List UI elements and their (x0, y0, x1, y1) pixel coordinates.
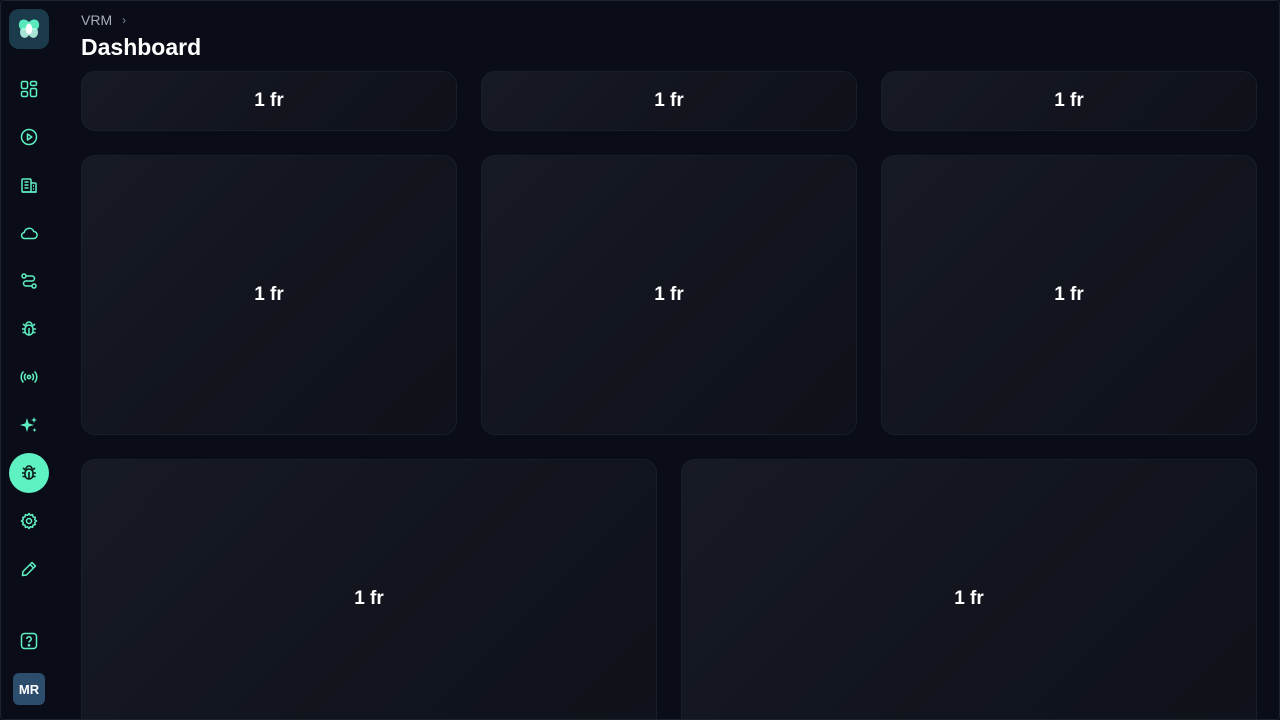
nav-play[interactable] (9, 117, 49, 157)
app-logo[interactable] (9, 9, 49, 49)
grid-card: 1 fr (81, 459, 657, 719)
card-label: 1 fr (954, 588, 984, 609)
nav-bugs-active[interactable] (9, 453, 49, 493)
app-logo-icon (18, 19, 40, 38)
grid-card: 1 fr (81, 155, 457, 435)
bug-icon (22, 321, 36, 336)
card-label: 1 fr (654, 284, 684, 305)
breadcrumb-item-vrm[interactable]: VRM (81, 12, 112, 28)
nav-dashboard[interactable] (9, 69, 49, 109)
route-icon (21, 273, 37, 289)
nav-broadcast[interactable] (9, 357, 49, 397)
card-label: 1 fr (1054, 90, 1084, 111)
breadcrumb: VRM › (81, 12, 126, 28)
app-window: MR VRM › Dashboard 1 fr 1 fr 1 fr 1 fr 1… (0, 0, 1280, 720)
sidebar: MR (1, 1, 57, 719)
building-icon (21, 178, 37, 193)
card-label: 1 fr (254, 284, 284, 305)
grid-card: 1 fr (81, 71, 457, 131)
gear-icon (20, 512, 38, 530)
dashboard-grid-icon (20, 80, 38, 98)
grid-card: 1 fr (681, 459, 1257, 719)
nav-settings[interactable] (9, 501, 49, 541)
nav-help[interactable] (9, 621, 49, 661)
avatar[interactable]: MR (13, 673, 45, 705)
card-label: 1 fr (254, 90, 284, 111)
broadcast-icon (20, 370, 38, 384)
grid-card: 1 fr (881, 71, 1257, 131)
play-circle-icon (20, 128, 38, 146)
pencil-icon (21, 561, 37, 577)
nav-ai[interactable] (9, 405, 49, 445)
grid-card: 1 fr (481, 71, 857, 131)
card-label: 1 fr (1054, 284, 1084, 305)
grid-card: 1 fr (881, 155, 1257, 435)
sparkles-icon (20, 417, 37, 432)
nav-buildings[interactable] (9, 165, 49, 205)
nav-cloud[interactable] (9, 213, 49, 253)
card-label: 1 fr (354, 588, 384, 609)
nav-bugs[interactable] (9, 309, 49, 349)
page-title: Dashboard (81, 34, 202, 60)
nav-routes[interactable] (9, 261, 49, 301)
nav-edit[interactable] (9, 549, 49, 589)
cloud-icon (20, 227, 38, 240)
chevron-right-icon: › (122, 13, 127, 27)
bug-icon (22, 465, 36, 480)
grid-card: 1 fr (481, 155, 857, 435)
card-label: 1 fr (654, 90, 684, 111)
help-icon (20, 632, 38, 650)
